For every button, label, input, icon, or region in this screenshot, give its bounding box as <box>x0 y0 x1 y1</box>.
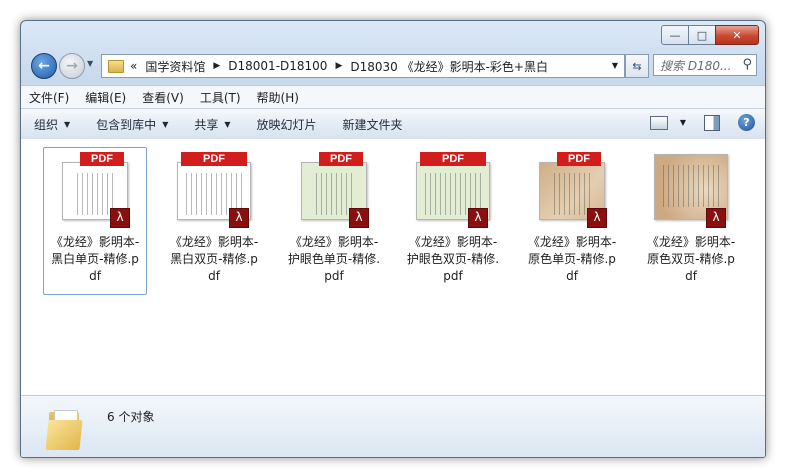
organize-label: 组织 <box>34 117 59 132</box>
file-name: 《龙经》影明本-黑白双页-精修.pdf <box>169 235 259 283</box>
details-pane: 6 个对象 <box>21 395 765 457</box>
acrobat-icon: λ <box>706 208 726 228</box>
explorer-window: — □ ✕ ← → ▼ « 国学资料馆 ▶ D18001-D18100 ▶ D1… <box>20 20 766 458</box>
pdf-badge: PDF <box>181 152 247 166</box>
file-name: 《龙经》影明本-护眼色单页-精修.pdf <box>287 235 381 283</box>
pdf-thumbnail: PDF λ <box>295 150 373 228</box>
pdf-thumbnail: PDF λ <box>533 150 611 228</box>
acrobat-icon: λ <box>587 208 607 228</box>
change-view-icon[interactable] <box>649 115 668 130</box>
back-button[interactable]: ← <box>31 53 57 79</box>
breadcrumb-separator-icon[interactable]: ▶ <box>335 61 342 71</box>
file-name: 《龙经》影明本-护眼色双页-精修.pdf <box>406 235 500 283</box>
text-lines-decoration <box>663 165 719 207</box>
text-lines-decoration <box>316 173 352 215</box>
folder-icon <box>45 408 83 450</box>
include-library-label: 包含到库中 <box>96 117 157 132</box>
arrow-right-icon: → <box>66 58 78 74</box>
refresh-icon: ⇆ <box>632 59 642 73</box>
pdf-thumbnail: PDF λ <box>56 150 134 228</box>
pdf-badge: PDF <box>319 152 363 166</box>
acrobat-icon: λ <box>110 208 130 228</box>
menu-help[interactable]: 帮助(H) <box>249 89 307 106</box>
minimize-button[interactable]: — <box>661 25 689 45</box>
recent-pages-dropdown[interactable]: ▼ <box>87 59 93 68</box>
file-item[interactable]: λ 《龙经》影明本-原色双页-精修.pdf <box>639 147 743 295</box>
file-item[interactable]: PDF λ 《龙经》影明本-黑白双页-精修.pdf <box>162 147 266 295</box>
view-controls: ▼ ? <box>649 114 755 131</box>
file-name: 《龙经》影明本-黑白单页-精修.pdf <box>50 235 140 283</box>
forward-button[interactable]: → <box>59 53 85 79</box>
folder-icon <box>108 59 124 73</box>
pdf-badge: PDF <box>420 152 486 166</box>
text-lines-decoration <box>554 173 590 215</box>
file-item[interactable]: PDF λ 《龙经》影明本-黑白单页-精修.pdf <box>43 147 147 295</box>
navigation-bar: ← → ▼ « 国学资料馆 ▶ D18001-D18100 ▶ D18030 《… <box>21 51 765 83</box>
share-label: 共享 <box>194 117 219 132</box>
share-button[interactable]: 共享 ▼ <box>181 116 243 133</box>
text-lines-decoration <box>77 173 113 215</box>
file-item[interactable]: PDF λ 《龙经》影明本-护眼色单页-精修.pdf <box>282 147 386 295</box>
arrow-left-icon: ← <box>38 58 50 74</box>
breadcrumb-item-current[interactable]: D18030 《龙经》影明本-彩色+黑白 <box>350 58 548 75</box>
maximize-button[interactable]: □ <box>688 25 716 45</box>
pdf-badge: PDF <box>80 152 124 166</box>
slideshow-button[interactable]: 放映幻灯片 <box>244 116 330 133</box>
menu-edit[interactable]: 编辑(E) <box>77 89 134 106</box>
pdf-badge: PDF <box>557 152 601 166</box>
search-icon[interactable]: ⚲ <box>742 57 752 72</box>
address-bar[interactable]: « 国学资料馆 ▶ D18001-D18100 ▶ D18030 《龙经》影明本… <box>101 54 625 78</box>
breadcrumb-overflow-chevron[interactable]: « <box>130 59 137 73</box>
menu-bar: 文件(F) 编辑(E) 查看(V) 工具(T) 帮助(H) <box>21 85 765 108</box>
refresh-button[interactable]: ⇆ <box>625 54 649 78</box>
file-list: PDF λ 《龙经》影明本-黑白单页-精修.pdf PDF λ 《龙经》影明本-… <box>21 139 765 395</box>
preview-pane-icon[interactable] <box>704 114 720 131</box>
chevron-down-icon: ▼ <box>224 119 231 129</box>
help-icon[interactable]: ? <box>738 114 755 131</box>
item-count: 6 个对象 <box>107 410 155 424</box>
breadcrumb-item[interactable]: 国学资料馆 <box>145 58 205 75</box>
acrobat-icon: λ <box>468 208 488 228</box>
file-item[interactable]: PDF λ 《龙经》影明本-原色单页-精修.pdf <box>520 147 624 295</box>
menu-file[interactable]: 文件(F) <box>21 89 77 106</box>
menu-tools[interactable]: 工具(T) <box>192 89 249 106</box>
close-button[interactable]: ✕ <box>715 25 759 45</box>
pdf-thumbnail: PDF λ <box>414 150 492 228</box>
menu-view[interactable]: 查看(V) <box>134 89 192 106</box>
pdf-thumbnail: λ <box>652 150 730 228</box>
chevron-down-icon: ▼ <box>64 119 71 129</box>
file-name: 《龙经》影明本-原色双页-精修.pdf <box>646 235 736 283</box>
breadcrumb-separator-icon[interactable]: ▶ <box>213 61 220 71</box>
chevron-down-icon: ▼ <box>162 119 169 129</box>
new-folder-button[interactable]: 新建文件夹 <box>330 116 416 133</box>
acrobat-icon: λ <box>229 208 249 228</box>
acrobat-icon: λ <box>349 208 369 228</box>
pdf-thumbnail: PDF λ <box>175 150 253 228</box>
organize-button[interactable]: 组织 ▼ <box>21 116 83 133</box>
search-input[interactable]: 搜索 D180... ⚲ <box>653 54 757 76</box>
file-name: 《龙经》影明本-原色单页-精修.pdf <box>527 235 617 283</box>
caption-buttons: — □ ✕ <box>661 25 759 45</box>
include-in-library-button[interactable]: 包含到库中 ▼ <box>83 116 181 133</box>
breadcrumb-item[interactable]: D18001-D18100 <box>228 59 327 73</box>
view-options-dropdown-icon[interactable]: ▼ <box>680 118 686 127</box>
command-bar: 组织 ▼ 包含到库中 ▼ 共享 ▼ 放映幻灯片 新建文件夹 ▼ ? <box>21 108 765 140</box>
search-placeholder: 搜索 D180... <box>660 58 732 73</box>
address-dropdown-icon[interactable]: ▼ <box>612 61 618 70</box>
file-item[interactable]: PDF λ 《龙经》影明本-护眼色双页-精修.pdf <box>401 147 505 295</box>
